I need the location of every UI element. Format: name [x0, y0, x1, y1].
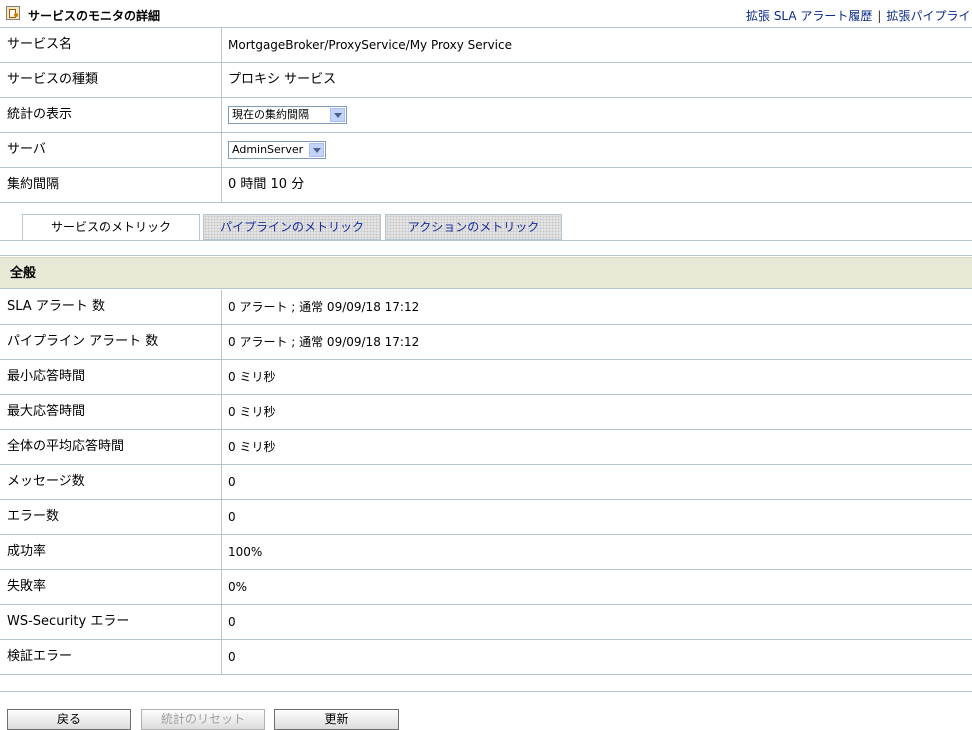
- metric-value: 0 ミリ秒: [228, 440, 276, 454]
- service-type-row: サービスの種類 プロキシ サービス: [0, 63, 972, 98]
- metric-label: 検証エラー: [7, 649, 73, 664]
- page-title: サービスのモニタの詳細: [28, 9, 161, 23]
- pipeline-alert-history-link[interactable]: 拡張パイプライン アラ: [886, 9, 972, 23]
- column-divider: [221, 63, 222, 97]
- column-divider: [221, 98, 222, 132]
- metric-value: 0: [228, 615, 236, 629]
- row-label: サービス名: [7, 37, 73, 52]
- column-divider: [221, 535, 222, 569]
- service-info-table: サービス名 MortgageBroker/ProxyService/My Pro…: [0, 28, 972, 203]
- service-name-value: MortgageBroker/ProxyService/My Proxy Ser…: [228, 38, 512, 52]
- metric-value: 100%: [228, 545, 263, 559]
- metric-label: 最小応答時間: [7, 369, 86, 384]
- metric-value: 0 アラート ; 通常 09/09/18 17:12: [228, 300, 420, 314]
- metric-value: 0: [228, 510, 236, 524]
- chevron-down-icon[interactable]: [330, 108, 345, 122]
- row-label: 統計の表示: [7, 107, 73, 122]
- chevron-down-icon[interactable]: [309, 143, 324, 157]
- metric-label: 全体の平均応答時間: [7, 439, 125, 454]
- metric-label: 成功率: [7, 544, 47, 559]
- row-label: サーバ: [7, 142, 46, 157]
- select-value: 現在の集約間隔: [232, 108, 309, 121]
- link-separator: |: [877, 9, 882, 23]
- column-divider: [221, 168, 222, 202]
- column-divider: [221, 430, 222, 464]
- statistics-display-select[interactable]: 現在の集約間隔: [228, 106, 347, 124]
- table-row: 最大応答時間 0 ミリ秒: [0, 395, 972, 430]
- column-divider: [221, 465, 222, 499]
- aggregation-interval-value: 0 時間 10 分: [228, 177, 305, 192]
- table-row: WS-Security エラー 0: [0, 605, 972, 640]
- section-title: 全般: [10, 266, 37, 281]
- metric-label: 失敗率: [7, 579, 47, 594]
- column-divider: [221, 360, 222, 394]
- metric-label: SLA アラート 数: [7, 299, 105, 314]
- table-row: エラー数 0: [0, 500, 972, 535]
- statistics-display-row: 統計の表示 現在の集約間隔: [0, 98, 972, 133]
- row-label: サービスの種類: [7, 72, 99, 87]
- tab-action-metrics[interactable]: アクションのメトリック: [385, 214, 562, 240]
- server-select[interactable]: AdminServer: [228, 141, 326, 159]
- server-row: サーバ AdminServer: [0, 133, 972, 168]
- table-row: 失敗率 0%: [0, 570, 972, 605]
- sla-alert-history-link[interactable]: 拡張 SLA アラート履歴: [746, 9, 872, 23]
- column-divider: [221, 325, 222, 359]
- general-section-header: 全般: [0, 257, 972, 289]
- reset-statistics-button[interactable]: 統計のリセット: [141, 709, 265, 730]
- metric-value: 0%: [228, 580, 248, 594]
- column-divider: [221, 133, 222, 167]
- column-divider: [221, 28, 222, 62]
- column-divider: [221, 570, 222, 604]
- back-button[interactable]: 戻る: [7, 709, 131, 730]
- metric-value: 0 アラート ; 通常 09/09/18 17:12: [228, 335, 420, 349]
- divider: [0, 255, 972, 256]
- title-bar: サービスのモニタの詳細 拡張 SLA アラート履歴 | 拡張パイプライン アラ: [0, 0, 972, 28]
- metric-value: 0 ミリ秒: [228, 370, 276, 384]
- metrics-tab-bar: サービスのメトリック パイプラインのメトリック アクションのメトリック: [0, 205, 972, 241]
- table-row: 最小応答時間 0 ミリ秒: [0, 360, 972, 395]
- header-links: 拡張 SLA アラート履歴 | 拡張パイプライン アラ: [746, 7, 972, 24]
- table-row: 成功率 100%: [0, 535, 972, 570]
- column-divider: [221, 500, 222, 534]
- metric-label: エラー数: [7, 509, 60, 524]
- tab-pipeline-metrics[interactable]: パイプラインのメトリック: [203, 214, 381, 240]
- tab-baseline: [0, 240, 972, 241]
- table-row: 全体の平均応答時間 0 ミリ秒: [0, 430, 972, 465]
- table-row: メッセージ数 0: [0, 465, 972, 500]
- column-divider: [221, 290, 222, 324]
- column-divider: [221, 605, 222, 639]
- table-row: パイプライン アラート 数 0 アラート ; 通常 09/09/18 17:12: [0, 325, 972, 360]
- row-label: 集約間隔: [7, 177, 60, 192]
- metric-label: WS-Security エラー: [7, 614, 130, 629]
- table-bottom-border: [0, 691, 972, 692]
- metric-label: メッセージ数: [7, 474, 85, 489]
- column-divider: [221, 395, 222, 429]
- select-value: AdminServer: [232, 143, 304, 156]
- metric-label: 最大応答時間: [7, 404, 86, 419]
- metric-value: 0: [228, 650, 236, 664]
- service-type-value: プロキシ サービス: [228, 72, 337, 87]
- metrics-table: SLA アラート 数 0 アラート ; 通常 09/09/18 17:12 パイプ…: [0, 290, 972, 675]
- monitor-page-icon: [6, 6, 20, 20]
- table-row: SLA アラート 数 0 アラート ; 通常 09/09/18 17:12: [0, 290, 972, 325]
- service-name-row: サービス名 MortgageBroker/ProxyService/My Pro…: [0, 28, 972, 63]
- column-divider: [221, 640, 222, 674]
- aggregation-interval-row: 集約間隔 0 時間 10 分: [0, 168, 972, 203]
- metric-value: 0: [228, 475, 236, 489]
- metric-value: 0 ミリ秒: [228, 405, 276, 419]
- metric-label: パイプライン アラート 数: [7, 334, 159, 349]
- refresh-button[interactable]: 更新: [274, 709, 399, 730]
- table-row: 検証エラー 0: [0, 640, 972, 675]
- tab-service-metrics[interactable]: サービスのメトリック: [22, 214, 200, 241]
